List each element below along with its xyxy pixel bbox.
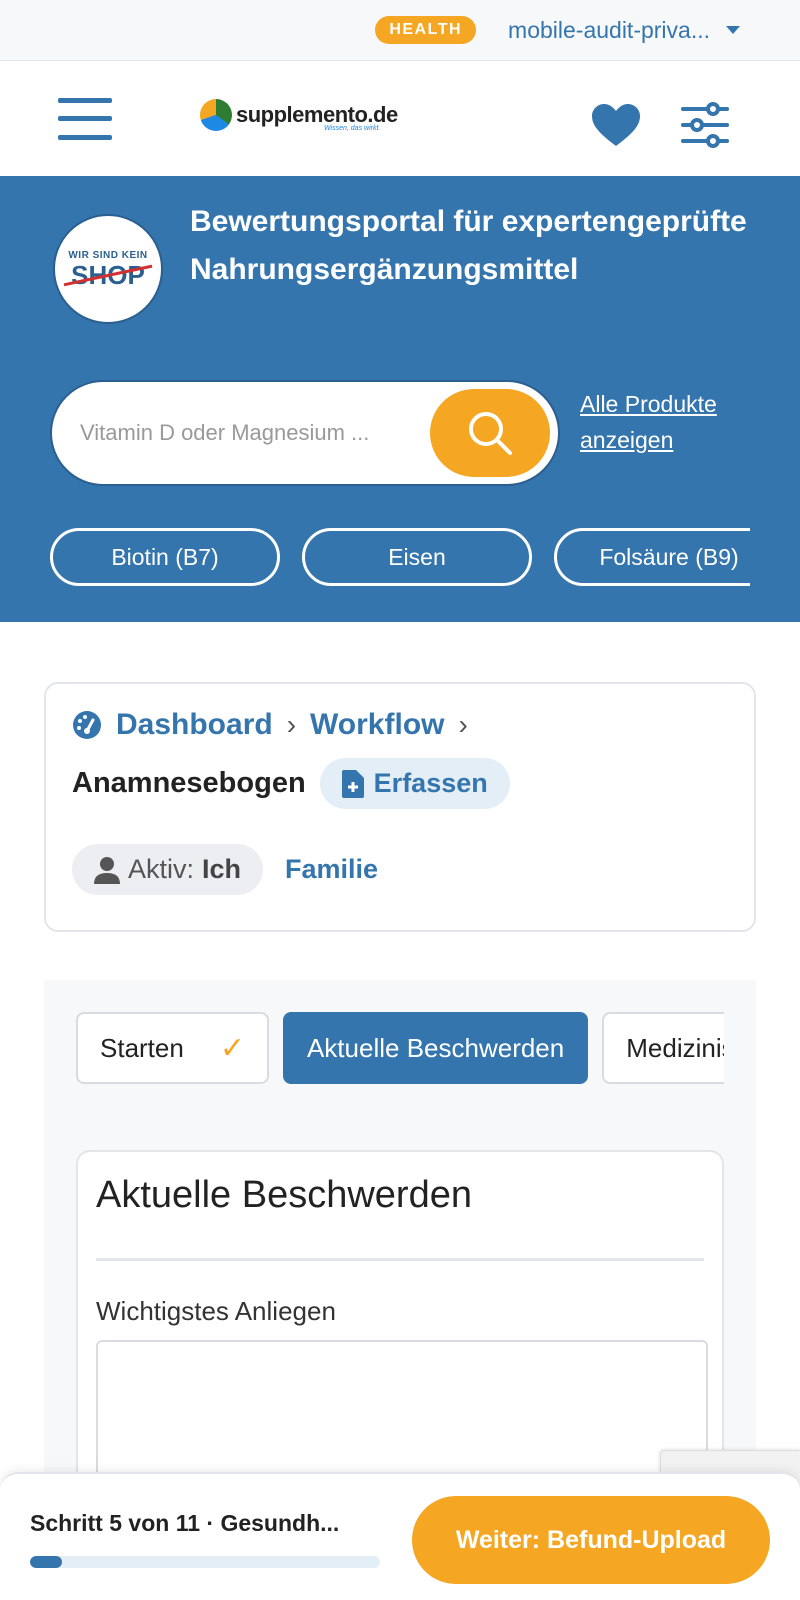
active-label: Aktiv: [128,854,195,884]
file-plus-icon [341,769,364,798]
workflow-steps: Starten ✓ Aktuelle Beschwerden Medizinis… [76,1012,724,1088]
dashboard-gauge-icon [73,711,101,739]
breadcrumb-separator: › [458,709,468,740]
next-button[interactable]: Weiter: Befund-Upload [412,1496,770,1584]
step-info: Schritt 5 von 11 · Gesundh... [30,1510,340,1536]
progress-fill [30,1556,62,1568]
search-icon [469,412,512,455]
user-icon [94,856,120,884]
filter-sliders-icon[interactable] [680,101,730,149]
logo-mark-icon [200,99,232,131]
site-logo[interactable]: supplemento.de Wissen, das wirkt. [200,99,398,132]
health-badge: HEALTH [375,16,477,44]
site-header: supplemento.de Wissen, das wirkt. [0,61,800,176]
chip-eisen[interactable]: Eisen [302,528,532,586]
account-switcher[interactable]: mobile-audit-priva... [508,17,740,44]
chip-biotin[interactable]: Biotin (B7) [50,528,280,586]
breadcrumb-current: Anamnesebogen [72,767,306,799]
form-divider [96,1258,704,1261]
form-title: Aktuelle Beschwerden [96,1174,472,1216]
no-shop-badge: WIR SIND KEIN SHOP [53,214,163,324]
erfassen-label: Erfassen [373,768,488,798]
breadcrumb-workflow[interactable]: Workflow [310,708,444,742]
hamburger-menu-icon[interactable] [58,97,112,140]
hero-section: WIR SIND KEIN SHOP Bewertungsportal für … [0,176,800,622]
all-products-link[interactable]: Alle Produkte anzeigen [580,386,717,458]
active-value: Ich [202,854,242,884]
hero-title: Bewertungsportal für expertengeprüfte Na… [190,205,747,286]
breadcrumb-dashboard[interactable]: Dashboard [116,708,273,742]
badge-shop-text: SHOP [71,259,145,290]
search-box[interactable]: Vitamin D oder Magnesium ... [50,380,560,486]
search-input[interactable]: Vitamin D oder Magnesium ... [80,420,430,446]
account-name: mobile-audit-priva... [508,16,710,43]
step-starten[interactable]: Starten ✓ [76,1012,269,1084]
badge-top-text: WIR SIND KEIN [68,249,148,261]
breadcrumb: Dashboard › Workflow › [72,708,468,742]
erfassen-button[interactable]: Erfassen [319,758,510,809]
chip-folsaeure[interactable]: Folsäure (B9) [554,528,750,586]
caret-down-icon [726,26,740,34]
field-label-anliegen: Wichtigstes Anliegen [96,1296,336,1326]
search-button[interactable] [430,389,550,477]
familie-link[interactable]: Familie [285,854,378,885]
top-bar: HEALTH mobile-audit-priva... [0,0,800,61]
check-icon: ✓ [219,1031,245,1065]
header-actions [590,101,730,149]
breadcrumb-separator: › [286,709,297,740]
heart-icon[interactable] [590,102,642,148]
category-chips: Biotin (B7) Eisen Folsäure (B9) [50,528,750,588]
breadcrumb-card: Dashboard › Workflow › Anamnesebogen Erf… [44,682,756,932]
step-medizinische-vorgeschichte[interactable]: Medizinische Vorgeschichte [602,1012,724,1084]
active-profile-pill[interactable]: Aktiv: Ich [72,844,264,895]
step-aktuelle-beschwerden[interactable]: Aktuelle Beschwerden [282,1012,589,1084]
progress-track [30,1556,380,1568]
bottom-progress-bar: Schritt 5 von 11 · Gesundh... Weiter: Be… [0,1472,800,1600]
logo-tagline: Wissen, das wirkt. [324,125,381,132]
